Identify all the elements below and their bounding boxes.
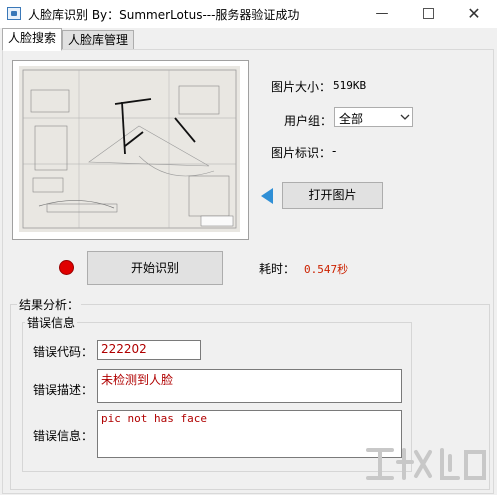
minimize-icon: — <box>375 6 389 21</box>
error-description-label: 错误描述： <box>33 383 94 397</box>
watermark-logo <box>366 448 486 480</box>
close-icon: ✕ <box>467 4 481 23</box>
app-icon <box>7 7 21 20</box>
image-id-value: - <box>332 144 337 158</box>
elapsed-time-value: 0.547秒 <box>304 263 349 276</box>
minimize-button[interactable]: — <box>359 0 405 28</box>
tab-face-search[interactable]: 人脸搜索 <box>2 28 63 51</box>
start-recognition-button[interactable]: 开始识别 <box>87 251 223 285</box>
image-id-label: 图片标识： <box>271 146 332 160</box>
image-preview <box>12 60 249 240</box>
result-analysis-title: 结果分析： <box>17 296 82 313</box>
drawing-image <box>22 69 237 229</box>
chevron-down-icon <box>400 114 410 120</box>
maximize-icon <box>422 8 434 19</box>
open-image-button[interactable]: 打开图片 <box>282 182 383 209</box>
user-group-select[interactable]: 全部 <box>334 107 413 127</box>
error-info-label: 错误信息： <box>33 429 94 443</box>
user-group-value: 全部 <box>339 112 364 126</box>
error-info-field[interactable]: pic not has face <box>97 410 402 458</box>
image-size-label: 图片大小： <box>271 80 332 94</box>
error-info-title: 错误信息 <box>25 314 78 331</box>
window-title: 人脸库识别 By：SummerLotus---服务器验证成功 <box>28 8 300 22</box>
title-bar: 人脸库识别 By：SummerLotus---服务器验证成功 — ✕ <box>0 0 497 28</box>
error-description-field[interactable]: 未检测到人脸 <box>97 369 402 403</box>
error-code-label: 错误代码： <box>33 345 94 359</box>
elapsed-time-label: 耗时： <box>259 262 296 276</box>
user-group-label: 用户组： <box>284 114 333 128</box>
preview-image <box>19 66 240 232</box>
close-button[interactable]: ✕ <box>451 0 497 28</box>
error-info-value: pic not has face <box>101 412 207 425</box>
image-size-value: 519KB <box>333 79 367 92</box>
maximize-button[interactable] <box>405 0 451 28</box>
status-dot-icon <box>59 260 74 275</box>
error-code-value: 222202 <box>101 342 147 356</box>
error-code-field[interactable]: 222202 <box>97 340 201 360</box>
tab-face-library[interactable]: 人脸库管理 <box>62 30 135 51</box>
tab-strip: 人脸搜索 人脸库管理 <box>0 28 497 51</box>
error-description-value: 未检测到人脸 <box>101 373 174 387</box>
arrow-left-icon <box>261 188 273 204</box>
